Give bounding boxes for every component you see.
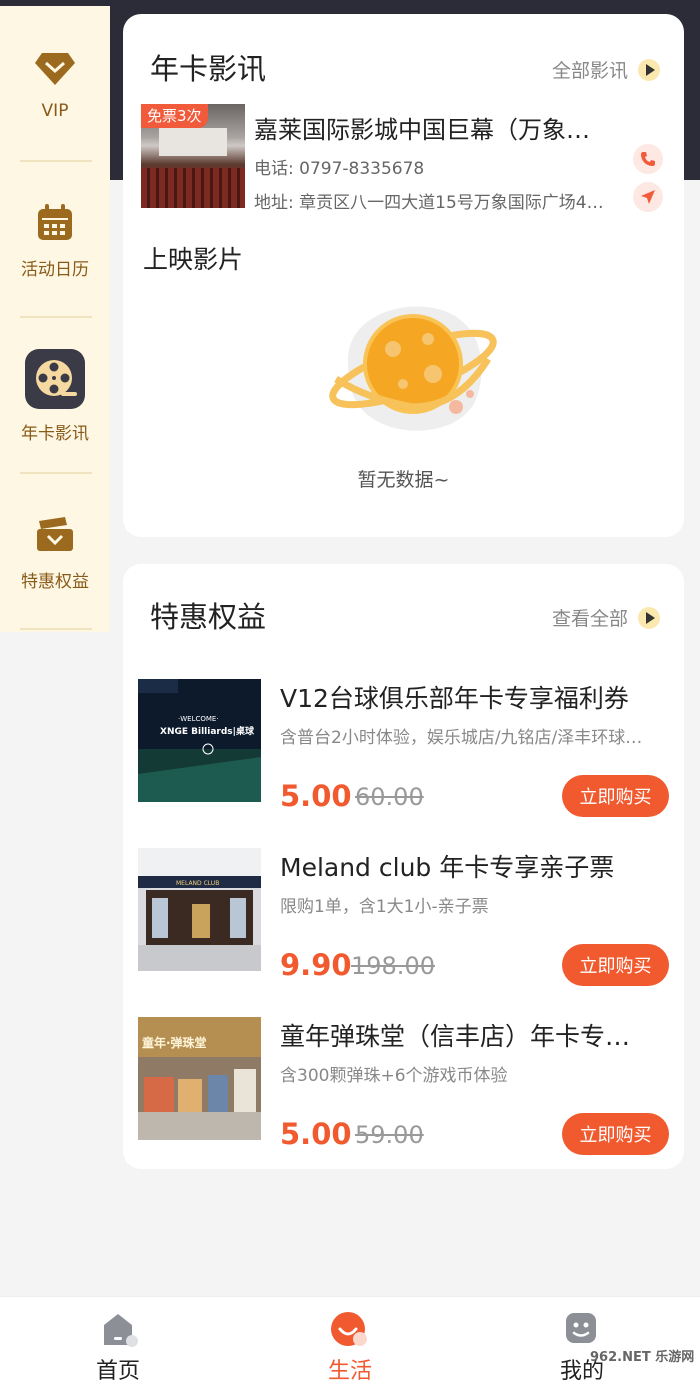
tab-home[interactable]: 首页 bbox=[38, 1297, 198, 1392]
cinema-address: 地址: 章贡区八一四大道15号万象国际广场4… bbox=[254, 193, 604, 213]
home-icon bbox=[98, 1311, 138, 1349]
svg-text:童年·弹珠堂: 童年·弹珠堂 bbox=[142, 1035, 207, 1050]
benefit-title: V12台球俱乐部年卡专享福利券 bbox=[280, 684, 629, 713]
meland-club-thumbnail: MELAND CLUB bbox=[138, 848, 261, 971]
benefit-original-price: 198.00 bbox=[351, 952, 435, 980]
benefit-title: Meland club 年卡专享亲子票 bbox=[280, 853, 615, 882]
benefit-price: 9.90 bbox=[280, 948, 352, 982]
cinema-thumbnail[interactable]: 免票3次 bbox=[141, 104, 245, 208]
tab-label: 首页 bbox=[95, 1359, 140, 1384]
bottom-nav: 首页 生活 我的 bbox=[0, 1296, 700, 1392]
benefit-item[interactable]: ·WELCOME· XNGE Billiards|桌球 V12台球俱乐部年卡专享… bbox=[123, 679, 684, 819]
sidebar-item-label: 活动日历 bbox=[21, 259, 89, 280]
benefits-card-title: 特惠权益 bbox=[150, 600, 267, 634]
benefit-item[interactable]: 童年·弹珠堂 童年弹珠堂（信丰店）年卡专… 含300颗弹珠+6个游戏币体验 5.… bbox=[123, 1017, 684, 1157]
tab-mine[interactable]: 我的 bbox=[502, 1297, 662, 1392]
cinema-phone: 电话: 0797-8335678 bbox=[254, 159, 425, 179]
movies-card-title: 年卡影讯 bbox=[150, 52, 267, 86]
sidebar-item-label: VIP bbox=[41, 101, 69, 121]
sidebar-item-vip[interactable]: VIP bbox=[0, 6, 110, 162]
empty-planet-icon bbox=[328, 299, 498, 443]
navigate-button[interactable] bbox=[633, 182, 663, 212]
sidebar-item-movies[interactable]: 年卡影讯 bbox=[0, 318, 110, 474]
movies-card: 年卡影讯 全部影讯 免票3次 嘉莱国际影城中国巨幕（万象… 电话: 0797-8… bbox=[123, 14, 684, 537]
divider bbox=[20, 628, 92, 630]
smile-icon bbox=[330, 1311, 370, 1349]
buy-now-button[interactable]: 立即购买 bbox=[562, 1113, 669, 1155]
cinema-name[interactable]: 嘉莱国际影城中国巨幕（万象… bbox=[254, 110, 634, 145]
svg-text:XNGE Billiards|桌球: XNGE Billiards|桌球 bbox=[160, 725, 255, 737]
phone-icon bbox=[641, 152, 655, 166]
ticket-icon bbox=[33, 513, 77, 557]
diamond-icon bbox=[33, 47, 77, 91]
calendar-icon bbox=[33, 201, 77, 245]
benefit-price: 5.00 bbox=[280, 779, 352, 813]
svg-text:MELAND CLUB: MELAND CLUB bbox=[176, 880, 219, 887]
benefit-price: 5.00 bbox=[280, 1117, 352, 1151]
sidebar-item-label: 特惠权益 bbox=[21, 571, 89, 592]
film-reel-icon bbox=[25, 348, 85, 409]
empty-state-text: 暂无数据~ bbox=[357, 469, 450, 491]
sidebar-item-benefits[interactable]: 特惠权益 bbox=[0, 474, 110, 630]
benefit-original-price: 59.00 bbox=[355, 1121, 424, 1149]
navigation-arrow-icon bbox=[641, 190, 655, 204]
sidebar-item-calendar[interactable]: 活动日历 bbox=[0, 162, 110, 318]
tab-label: 生活 bbox=[327, 1359, 372, 1384]
play-arrow-icon bbox=[638, 58, 660, 81]
benefit-title: 童年弹珠堂（信丰店）年卡专… bbox=[280, 1022, 631, 1051]
all-movies-link[interactable]: 全部影讯 bbox=[552, 56, 660, 83]
sidebar-item-label: 年卡影讯 bbox=[21, 423, 89, 444]
sidebar: VIP 活动日历 年卡影讯 特惠权益 bbox=[0, 6, 110, 632]
benefit-desc: 含普台2小时体验，娱乐城店/九铭店/泽丰环球… bbox=[280, 728, 643, 748]
play-arrow-icon bbox=[638, 606, 660, 629]
pinball-hall-thumbnail: 童年·弹珠堂 bbox=[138, 1017, 261, 1140]
all-movies-label: 全部影讯 bbox=[551, 60, 628, 82]
now-showing-title: 上映影片 bbox=[143, 245, 244, 274]
call-button[interactable] bbox=[633, 144, 663, 174]
watermark: 962.NET 乐游网 bbox=[590, 1350, 695, 1365]
view-all-label: 查看全部 bbox=[551, 608, 628, 630]
free-ticket-badge: 免票3次 bbox=[141, 104, 208, 128]
benefit-original-price: 60.00 bbox=[355, 783, 424, 811]
benefits-card: 特惠权益 查看全部 ·WELCOME· XNGE Billiards|桌球 V1… bbox=[123, 564, 684, 1169]
benefit-desc: 限购1单，含1大1小-亲子票 bbox=[280, 897, 489, 917]
billiards-thumbnail: ·WELCOME· XNGE Billiards|桌球 bbox=[138, 679, 261, 802]
benefit-desc: 含300颗弹珠+6个游戏币体验 bbox=[280, 1066, 508, 1086]
cinema-seats-image bbox=[141, 168, 245, 208]
view-all-link[interactable]: 查看全部 bbox=[552, 604, 660, 631]
buy-now-button[interactable]: 立即购买 bbox=[562, 775, 669, 817]
user-icon bbox=[562, 1311, 602, 1349]
cinema-screen-image bbox=[159, 128, 227, 156]
buy-now-button[interactable]: 立即购买 bbox=[562, 944, 669, 986]
tab-life[interactable]: 生活 bbox=[270, 1297, 430, 1392]
benefit-item[interactable]: MELAND CLUB Meland club 年卡专享亲子票 限购1单，含1大… bbox=[123, 848, 684, 988]
svg-text:·WELCOME·: ·WELCOME· bbox=[178, 715, 219, 723]
